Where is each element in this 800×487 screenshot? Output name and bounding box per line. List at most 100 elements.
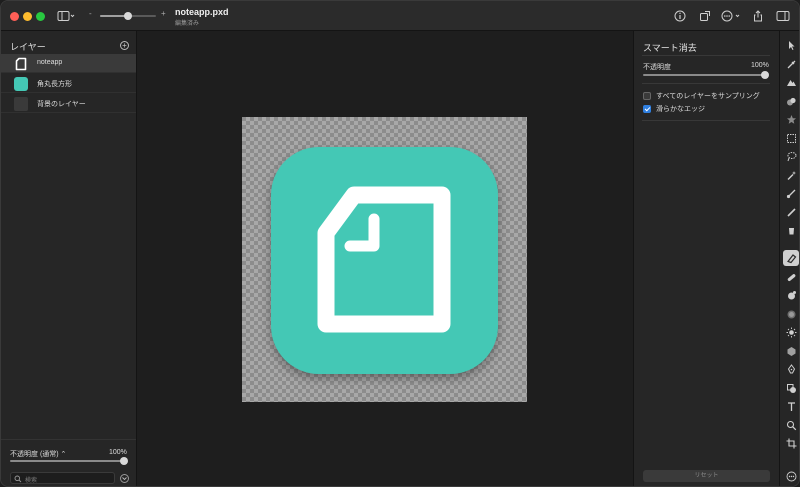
plus-icon: + xyxy=(122,41,127,50)
artboard[interactable] xyxy=(242,117,527,402)
smooth-edges-label: 滑らかなエッジ xyxy=(656,106,705,113)
inspector-toggle-button[interactable] xyxy=(775,9,791,23)
star-icon xyxy=(786,114,796,124)
paint-bucket-tool[interactable] xyxy=(783,222,799,238)
tool-options-panel: スマート消去 不透明度 100% すべてのレイヤーをサンプリング 滑らかなエッジ… xyxy=(633,31,779,486)
crop-tool[interactable] xyxy=(783,435,799,451)
zoom-out-label[interactable]: - xyxy=(89,9,92,18)
pen-tool[interactable] xyxy=(783,361,799,377)
info-icon xyxy=(674,10,686,22)
mountain-icon xyxy=(786,79,796,86)
more-tools-button[interactable] xyxy=(783,468,799,484)
layer-row-background[interactable]: 背景のレイヤー xyxy=(1,94,136,113)
document-status: 編集済み xyxy=(175,21,200,27)
search-icon xyxy=(14,475,22,483)
minimize-window-button[interactable] xyxy=(23,12,32,21)
erase-opacity-label: 不透明度 xyxy=(643,64,671,71)
zoom-tool[interactable] xyxy=(783,417,799,433)
sample-all-layers-option[interactable]: すべてのレイヤーをサンプリング xyxy=(643,91,760,101)
move-tool[interactable] xyxy=(783,37,799,53)
document-title: noteapp.pxd xyxy=(175,7,229,17)
pencil-tool[interactable] xyxy=(783,204,799,220)
app-window: - + noteapp.pxd 編集済み レイヤー + noteapp 角丸長方… xyxy=(0,0,800,487)
layer-row-rounded-rect[interactable]: 角丸長方形 xyxy=(1,74,136,93)
crop-icon xyxy=(786,438,796,448)
lighten-tool[interactable] xyxy=(783,324,799,340)
heal-tool[interactable] xyxy=(783,269,799,285)
layer-name: noteapp xyxy=(37,59,63,66)
bucket-icon xyxy=(788,227,794,234)
zoom-in-label[interactable]: + xyxy=(161,9,166,18)
brush-tool[interactable] xyxy=(783,185,799,201)
tool-strip xyxy=(779,31,799,486)
info-button[interactable] xyxy=(673,9,687,23)
rounded-rect-layer[interactable] xyxy=(271,147,498,374)
effects-tool[interactable] xyxy=(783,93,799,109)
shapes-icon xyxy=(786,97,796,105)
eraser-icon xyxy=(786,253,796,263)
brightness-icon xyxy=(786,327,796,337)
more-actions-button[interactable] xyxy=(720,9,744,23)
zoom-window-button[interactable] xyxy=(36,12,45,21)
layer-opacity-label[interactable]: 不透明度 (通常) ⌃ xyxy=(10,449,66,459)
smart-erase-tool[interactable] xyxy=(783,250,799,266)
layer-name: 角丸長方形 xyxy=(37,81,72,88)
smooth-edges-option[interactable]: 滑らかなエッジ xyxy=(643,104,705,114)
share-icon xyxy=(754,10,762,22)
adjust-tool[interactable] xyxy=(783,74,799,90)
zoom-slider-knob[interactable] xyxy=(124,12,132,20)
blur-tool[interactable] xyxy=(783,306,799,322)
text-tool[interactable] xyxy=(783,398,799,414)
title-bar: - + noteapp.pxd 編集済み xyxy=(1,1,799,31)
layer-opacity-value: 100% xyxy=(109,449,127,456)
lasso-tool[interactable] xyxy=(783,148,799,164)
shape-tool[interactable] xyxy=(783,380,799,396)
bandage-icon xyxy=(787,273,795,281)
sponge-icon xyxy=(787,346,795,356)
layers-panel-title: レイヤー xyxy=(10,42,46,52)
layer-opacity-slider[interactable] xyxy=(10,460,126,462)
filter-button[interactable] xyxy=(120,474,129,483)
magic-wand-tool[interactable] xyxy=(783,167,799,183)
divider xyxy=(642,55,770,56)
sample-all-layers-label: すべてのレイヤーをサンプリング xyxy=(656,93,760,100)
pipette-icon xyxy=(787,60,795,68)
layer-row-noteapp[interactable]: noteapp xyxy=(1,54,136,73)
sample-all-layers-checkbox[interactable] xyxy=(643,92,651,100)
reset-button[interactable]: リセット xyxy=(643,470,770,482)
tool-options-title: スマート消去 xyxy=(643,43,697,53)
resize-button[interactable] xyxy=(698,9,712,23)
zoom-icon xyxy=(786,420,796,430)
favorites-tool[interactable] xyxy=(783,111,799,127)
close-window-button[interactable] xyxy=(10,12,19,21)
marquee-tool[interactable] xyxy=(783,130,799,146)
sponge-tool[interactable] xyxy=(783,343,799,359)
blur-icon xyxy=(787,310,795,318)
resize-icon xyxy=(700,11,710,21)
shape-icon xyxy=(786,383,796,393)
pencil-icon xyxy=(786,207,796,217)
text-icon xyxy=(787,401,795,411)
marquee-icon xyxy=(786,133,796,143)
erase-opacity-knob[interactable] xyxy=(761,71,769,79)
layer-search-field[interactable]: 検索 xyxy=(10,472,115,484)
layer-opacity-knob[interactable] xyxy=(120,457,128,465)
erase-opacity-value: 100% xyxy=(751,62,769,69)
erase-opacity-slider[interactable] xyxy=(643,74,767,76)
more-icon xyxy=(786,471,796,481)
color-picker-tool[interactable] xyxy=(783,56,799,72)
share-button[interactable] xyxy=(751,9,765,23)
layer-name: 背景のレイヤー xyxy=(37,101,86,108)
clone-tool[interactable] xyxy=(783,287,799,303)
divider xyxy=(642,83,770,84)
add-layer-button[interactable]: + xyxy=(120,41,129,50)
layer-thumbnail xyxy=(14,77,28,91)
sidebar-toggle-button[interactable] xyxy=(56,9,76,23)
layer-thumbnail xyxy=(14,97,28,111)
divider xyxy=(1,439,136,440)
smooth-edges-checkbox[interactable] xyxy=(643,105,651,113)
inspector-icon xyxy=(776,11,790,21)
pen-icon xyxy=(787,363,795,373)
clone-icon xyxy=(787,290,796,299)
canvas-area[interactable] xyxy=(137,31,633,486)
